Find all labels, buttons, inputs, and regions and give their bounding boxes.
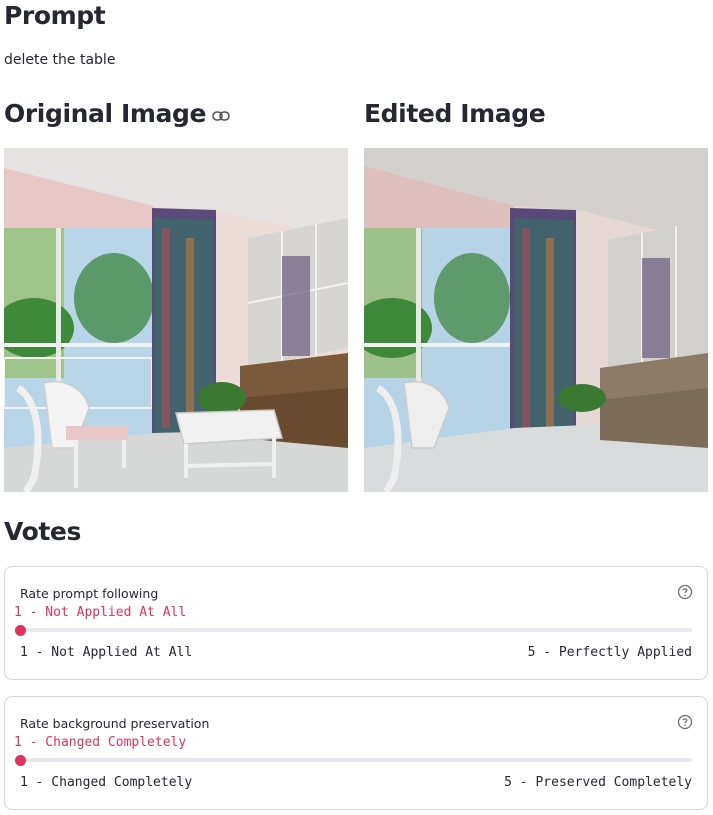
original-image-title: Original Image — [4, 99, 207, 128]
slider-label: Rate prompt following — [20, 586, 159, 601]
help-icon[interactable] — [677, 714, 693, 734]
background-preservation-card: Rate background preservation 1 - Changed… — [4, 696, 708, 810]
prompt-following-card: Rate prompt following 1 - Not Applied At… — [4, 566, 708, 680]
slider-max-label: 5 - Perfectly Applied — [527, 645, 692, 660]
prompt-text: delete the table — [4, 52, 116, 68]
prompt-heading: Prompt — [4, 1, 106, 30]
link-icon[interactable] — [212, 101, 230, 126]
slider-current-value: 1 - Changed Completely — [14, 735, 187, 750]
original-image-heading: Original Image — [4, 101, 230, 128]
edited-image-heading: Edited Image — [364, 99, 546, 128]
slider-thumb[interactable] — [15, 625, 26, 636]
slider-current-value: 1 - Not Applied At All — [14, 605, 187, 620]
votes-heading: Votes — [4, 517, 81, 546]
slider-max-label: 5 - Preserved Completely — [504, 775, 692, 790]
slider-label: Rate background preservation — [20, 716, 210, 731]
slider-min-label: 1 - Changed Completely — [20, 775, 193, 790]
edited-image — [364, 148, 708, 492]
slider-track[interactable] — [20, 758, 692, 762]
slider-track[interactable] — [20, 628, 692, 632]
slider-min-label: 1 - Not Applied At All — [20, 645, 193, 660]
original-image — [4, 148, 348, 492]
slider-thumb[interactable] — [15, 755, 26, 766]
help-icon[interactable] — [677, 584, 693, 604]
